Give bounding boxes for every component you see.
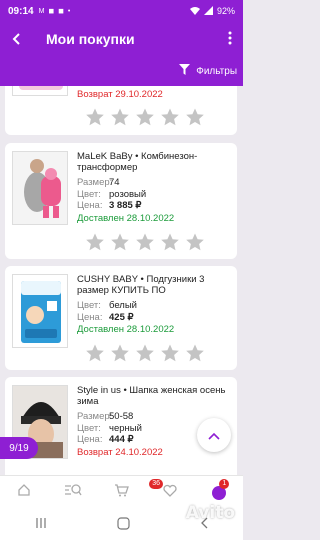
- filter-bar: Фильтры: [0, 56, 243, 86]
- color-value: розовый: [109, 188, 147, 200]
- price-label: Цена:: [77, 200, 103, 211]
- color-value: белый: [109, 300, 137, 311]
- rating-stars[interactable]: [85, 343, 205, 363]
- page-title: Мои покупки: [46, 31, 135, 47]
- recent-apps-icon[interactable]: [35, 517, 47, 532]
- size-value: 50-58: [109, 411, 134, 422]
- order-status: Доставлен 28.10.2022: [77, 324, 175, 335]
- star-icon[interactable]: [135, 232, 155, 252]
- price-value: 444 ₽: [109, 434, 134, 445]
- star-icon[interactable]: [160, 343, 180, 363]
- notification-icons: M ◼ ◼ •: [38, 8, 72, 15]
- size-label: Размер:: [77, 411, 113, 422]
- star-icon[interactable]: [135, 107, 155, 127]
- order-status: Возврат 29.10.2022: [77, 89, 163, 100]
- more-options-icon[interactable]: [217, 31, 243, 48]
- color-label: Цвет:: [77, 422, 101, 434]
- scroll-to-top-button[interactable]: [197, 418, 231, 452]
- order-card[interactable]: MaLeK BaBy • Комбинезон-трансформер Разм…: [5, 143, 237, 259]
- order-card[interactable]: Возврат 29.10.2022: [5, 86, 237, 135]
- color-value: черный: [109, 422, 142, 434]
- size-label: Размер:: [77, 177, 113, 188]
- star-icon[interactable]: [85, 232, 105, 252]
- orders-list: Возврат 29.10.2022 MaLeK BaBy • Комбинез…: [0, 86, 243, 475]
- heart-icon: [163, 484, 177, 502]
- color-label: Цвет:: [77, 188, 101, 200]
- nav-cart[interactable]: 36: [97, 476, 163, 509]
- star-icon[interactable]: [110, 232, 130, 252]
- star-icon[interactable]: [85, 107, 105, 127]
- profile-count-badge: 1: [219, 479, 230, 489]
- clock: 09:14: [8, 5, 34, 17]
- rating-stars[interactable]: [85, 232, 205, 252]
- filter-button[interactable]: Фильтры: [196, 66, 237, 77]
- price-label: Цена:: [77, 311, 103, 323]
- signal-icon: [203, 5, 213, 17]
- star-icon[interactable]: [160, 232, 180, 252]
- product-thumbnail: [12, 274, 68, 348]
- home-circle-icon[interactable]: [117, 516, 130, 533]
- price-value: 3 885 ₽: [109, 200, 142, 211]
- star-icon[interactable]: [110, 343, 130, 363]
- price-label: Цена:: [77, 434, 103, 445]
- star-icon[interactable]: [135, 343, 155, 363]
- home-icon: [17, 483, 31, 502]
- product-thumbnail: [12, 86, 68, 96]
- nav-home[interactable]: [0, 476, 49, 509]
- chevron-up-icon: [208, 427, 220, 443]
- star-icon[interactable]: [85, 343, 105, 363]
- rating-stars[interactable]: [85, 107, 205, 127]
- filter-icon[interactable]: [179, 64, 191, 78]
- wifi-icon: [189, 6, 200, 17]
- product-thumbnail: [12, 151, 68, 225]
- page-counter: 9/19: [0, 437, 38, 459]
- status-bar: 09:14 M ◼ ◼ • 92%: [0, 0, 243, 22]
- star-icon[interactable]: [185, 232, 205, 252]
- product-name: MaLeK BaBy • Комбинезон-трансформер: [77, 151, 198, 173]
- battery-level: 92%: [216, 6, 235, 16]
- star-icon[interactable]: [110, 107, 130, 127]
- cart-icon: [114, 483, 129, 502]
- product-name: CUSHY BABY • Подгузники 3 размер КУПИТЬ …: [77, 274, 205, 296]
- app-bar: Мои покупки: [0, 22, 243, 56]
- size-value: 74: [109, 177, 120, 188]
- star-icon[interactable]: [185, 343, 205, 363]
- nav-catalog[interactable]: [49, 476, 98, 509]
- order-card[interactable]: CUSHY BABY • Подгузники 3 размер КУПИТЬ …: [5, 266, 237, 370]
- order-status: Доставлен 28.10.2022: [77, 212, 175, 224]
- avito-watermark: Avito: [185, 503, 235, 523]
- star-icon[interactable]: [185, 107, 205, 127]
- back-arrow-icon[interactable]: [0, 29, 34, 50]
- catalog-search-icon: [64, 483, 82, 502]
- color-label: Цвет:: [77, 300, 101, 311]
- product-name: Style in us • Шапка женская осень зима: [77, 385, 226, 407]
- price-value: 425 ₽: [109, 311, 134, 323]
- star-icon[interactable]: [160, 107, 180, 127]
